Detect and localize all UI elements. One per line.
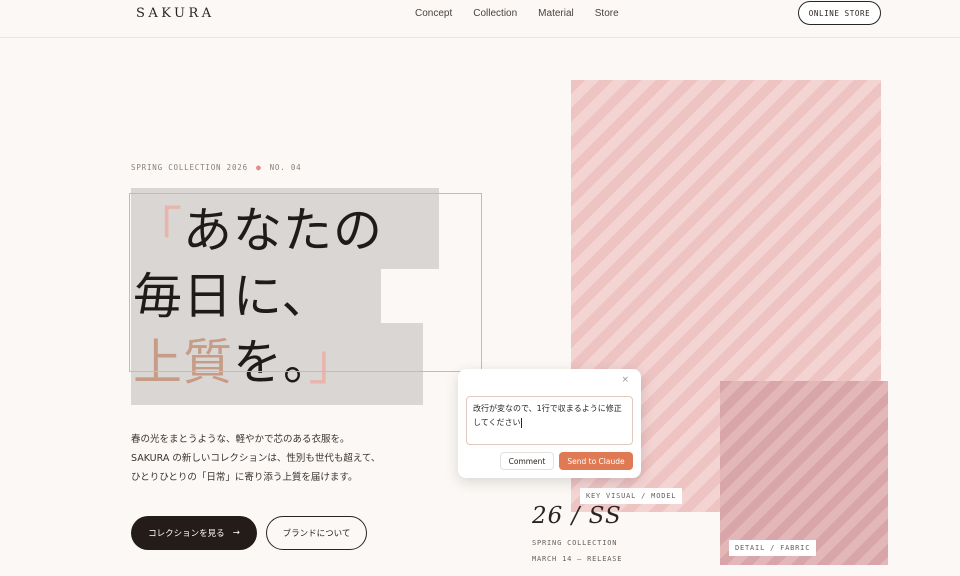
- brand-logo[interactable]: SAKURA: [136, 6, 215, 21]
- body-line: SAKURA の新しいコレクションは、性別も世代も超えて、: [131, 453, 381, 464]
- headline-text-2: 毎日に、: [133, 268, 332, 325]
- about-brand-button[interactable]: ブランドについて: [266, 516, 367, 550]
- arrow-right-icon: →: [232, 528, 240, 538]
- headline-line-3: 上質を。」: [133, 330, 383, 396]
- menu-item-store[interactable]: Store: [595, 8, 619, 19]
- headline-text-1: あなたの: [183, 202, 384, 259]
- key-visual-tag: KEY VISUAL / MODEL: [580, 488, 683, 504]
- comment-button[interactable]: Comment: [500, 452, 554, 470]
- text-caret: [520, 417, 522, 428]
- body-line: 春の光をまとうような、軽やかで芯のある衣服を。: [131, 434, 350, 445]
- top-nav: SAKURA Concept Collection Material Store…: [0, 0, 960, 38]
- headline-text-3: を。: [233, 334, 309, 391]
- detail-fabric-tag: DETAIL / FABRIC: [729, 540, 817, 556]
- comment-textarea[interactable]: 改行が変なので、1行で収まるように修正してください: [466, 396, 633, 445]
- view-collection-button[interactable]: コレクションを見る →: [131, 516, 257, 550]
- eyebrow-number: NO. 04: [269, 163, 302, 172]
- release-date: MARCH 14 — RELEASE: [532, 555, 623, 563]
- comment-text: 改行が変なので、1行で収まるように修正してください: [473, 404, 622, 427]
- main-menu: Concept Collection Material Store: [415, 8, 619, 19]
- season-label: 26 / SS: [532, 503, 622, 529]
- eyebrow-collection: SPRING COLLECTION 2026: [131, 163, 248, 172]
- headline-accent: 上質: [133, 334, 234, 391]
- hero-body-copy: 春の光をまとうような、軽やかで芯のある衣服を。 SAKURA の新しいコレクショ…: [131, 430, 380, 487]
- headline-line-1: 「あなたの: [133, 198, 383, 264]
- hero-headline[interactable]: 「あなたの 毎日に、 上質を。」: [133, 198, 383, 396]
- menu-item-material[interactable]: Material: [538, 8, 574, 19]
- headline-line-2: 毎日に、: [133, 264, 383, 330]
- detail-fabric-image: [720, 381, 888, 565]
- close-quote: 」: [308, 334, 359, 391]
- season-subtitle: SPRING COLLECTION: [532, 539, 618, 547]
- eyebrow-dot: ●: [255, 163, 262, 172]
- open-quote: 「: [133, 202, 184, 259]
- hero-eyebrow: SPRING COLLECTION 2026 ● NO. 04: [131, 163, 301, 172]
- close-icon[interactable]: ×: [621, 375, 629, 385]
- comment-popup: × 改行が変なので、1行で収まるように修正してください Comment Send…: [458, 369, 641, 478]
- online-store-button[interactable]: ONLINE STORE: [798, 1, 881, 25]
- menu-item-concept[interactable]: Concept: [415, 8, 452, 19]
- menu-item-collection[interactable]: Collection: [473, 8, 517, 19]
- view-collection-label: コレクションを見る: [148, 529, 225, 539]
- send-to-claude-button[interactable]: Send to Claude: [559, 452, 633, 470]
- body-line: ひとりひとりの「日常」に寄り添う上質を届けます。: [131, 472, 358, 483]
